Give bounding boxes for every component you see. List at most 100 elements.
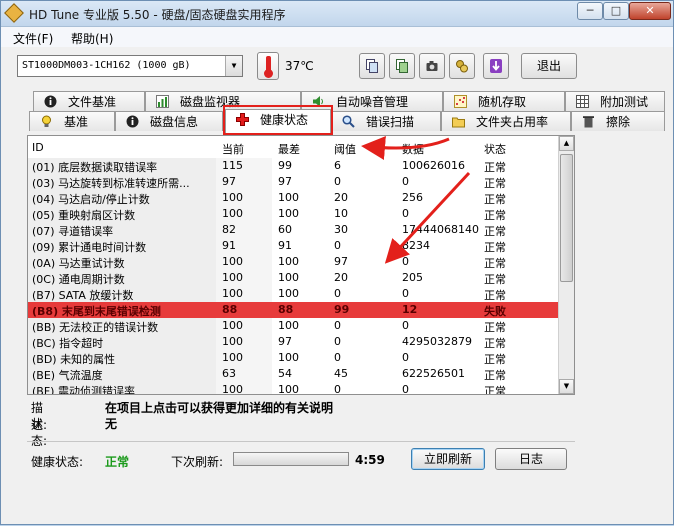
attr-current: 88: [222, 303, 238, 316]
attr-data: 0: [402, 351, 409, 364]
table-row[interactable]: (BB) 无法校正的错误计数 100 100 0 0 正常: [28, 318, 558, 334]
header-current[interactable]: 当前: [222, 141, 244, 157]
chevron-down-icon[interactable]: ▼: [225, 56, 242, 76]
tab-random-access[interactable]: 随机存取: [443, 91, 565, 111]
attr-threshold: 20: [334, 191, 348, 204]
attr-worst: 88: [278, 303, 294, 316]
menu-file[interactable]: 文件(F): [13, 30, 53, 47]
info-icon: [126, 115, 139, 128]
attr-status: 正常: [484, 289, 506, 302]
attr-data: 100626016: [402, 159, 465, 172]
tab-error-scan[interactable]: 错误扫描: [331, 111, 441, 131]
table-row[interactable]: (07) 寻道错误率 82 60 30 17444068140 正常: [28, 222, 558, 238]
tab-label: 擦除: [606, 115, 631, 129]
minimize-button[interactable]: ─: [577, 2, 603, 20]
table-row[interactable]: (01) 底层数据读取错误率 115 99 6 100626016 正常: [28, 158, 558, 174]
scroll-thumb[interactable]: [560, 154, 573, 282]
window-title: HD Tune 专业版 5.50 - 硬盘/固态硬盘实用程序: [29, 8, 286, 22]
attr-worst: 100: [278, 255, 299, 268]
tab-disk-info[interactable]: 磁盘信息: [115, 111, 223, 131]
tab-label: 自动噪音管理: [336, 95, 409, 109]
table-row[interactable]: (0A) 马达重试计数 100 100 97 0 正常: [28, 254, 558, 270]
attr-threshold: 0: [334, 335, 341, 348]
attr-name: (BB) 无法校正的错误计数: [32, 321, 159, 334]
table-row[interactable]: (0C) 通电周期计数 100 100 20 205 正常: [28, 270, 558, 286]
menu-bar: 文件(F) 帮助(H): [1, 27, 673, 47]
table-row[interactable]: (05) 重映射扇区计数 100 100 10 0 正常: [28, 206, 558, 222]
tab-benchmark[interactable]: 基准: [29, 111, 115, 131]
folder-icon: [452, 117, 465, 128]
table-row[interactable]: (03) 马达旋转到标准转速所需... 97 97 0 0 正常: [28, 174, 558, 190]
attr-worst: 54: [278, 367, 292, 380]
table-row[interactable]: (BE) 气流温度 63 54 45 622526501 正常: [28, 366, 558, 382]
attr-current: 100: [222, 335, 243, 348]
tab-label: 文件基准: [68, 95, 117, 109]
options-button[interactable]: [449, 53, 475, 79]
vertical-scrollbar[interactable]: ▲ ▼: [558, 136, 574, 394]
refresh-now-button[interactable]: 立即刷新: [411, 448, 485, 470]
save-button[interactable]: [389, 53, 415, 79]
chart-icon: [156, 95, 169, 108]
header-threshold[interactable]: 阈值: [334, 141, 356, 157]
attr-data: 256: [402, 191, 423, 204]
attr-threshold: 0: [334, 351, 341, 364]
copy-icon: [366, 59, 378, 73]
attr-status: 正常: [484, 369, 506, 382]
attr-worst: 100: [278, 191, 299, 204]
attr-name: (03) 马达旋转到标准转速所需...: [32, 177, 190, 190]
tab-folder-usage[interactable]: 文件夹占用率: [441, 111, 571, 131]
attr-current: 100: [222, 383, 243, 394]
attr-current: 63: [222, 367, 236, 380]
attr-name: (BD) 未知的属性: [32, 353, 116, 366]
table-row[interactable]: (BD) 未知的属性 100 100 0 0 正常: [28, 350, 558, 366]
tab-label: 附加测试: [600, 95, 649, 109]
table-row-failed[interactable]: (B8) 末尾到末尾错误检测 88 88 99 12 失败: [28, 302, 558, 318]
copy-button[interactable]: [359, 53, 385, 79]
tab-label: 错误扫描: [366, 115, 415, 129]
table-row[interactable]: (B7) SATA 放缓计数 100 100 0 0 正常: [28, 286, 558, 302]
attr-data: 12: [402, 303, 418, 316]
table-row[interactable]: (BC) 指令超时 100 97 0 4295032879 正常: [28, 334, 558, 350]
table-row[interactable]: (04) 马达启动/停止计数 100 100 20 256 正常: [28, 190, 558, 206]
options-icon: [456, 60, 468, 73]
attr-current: 100: [222, 255, 243, 268]
attr-worst: 91: [278, 239, 292, 252]
attr-threshold: 99: [334, 303, 350, 316]
save-icon: [396, 59, 408, 73]
header-status[interactable]: 状态: [484, 141, 506, 157]
attr-status: 正常: [484, 385, 506, 394]
attr-threshold: 0: [334, 175, 341, 188]
health-status-value: 正常: [105, 455, 130, 469]
refresh-countdown: 4:59: [355, 453, 385, 467]
header-worst[interactable]: 最差: [278, 141, 300, 157]
attr-status: 正常: [484, 177, 506, 190]
scroll-down-icon[interactable]: ▼: [559, 379, 574, 394]
attr-threshold: 0: [334, 319, 341, 332]
table-row[interactable]: (09) 累计通电时间计数 91 91 0 8234 正常: [28, 238, 558, 254]
close-button[interactable]: ✕: [629, 2, 671, 20]
tab-erase[interactable]: 擦除: [571, 111, 665, 131]
tab-extra-tests[interactable]: 附加测试: [565, 91, 665, 111]
title-bar[interactable]: HD Tune 专业版 5.50 - 硬盘/固态硬盘实用程序 ─ □ ✕: [1, 1, 673, 27]
attr-threshold: 10: [334, 207, 348, 220]
tab-file-benchmark[interactable]: 文件基准: [33, 91, 145, 111]
tab-label: 文件夹占用率: [476, 115, 549, 129]
attr-worst: 60: [278, 223, 292, 236]
attr-name: (B7) SATA 放缓计数: [32, 289, 134, 302]
drive-select[interactable]: ST1000DM003-1CH162 (1000 gB) ▼: [17, 55, 243, 77]
toolbar: ST1000DM003-1CH162 (1000 gB) ▼ 37℃ 退出: [1, 47, 673, 89]
download-button[interactable]: [483, 53, 509, 79]
camera-icon: [426, 61, 438, 71]
attr-name: (05) 重映射扇区计数: [32, 209, 136, 222]
maximize-button[interactable]: □: [603, 2, 629, 20]
scroll-up-icon[interactable]: ▲: [559, 136, 574, 151]
table-row[interactable]: (BF) 震动侦测错误率 100 100 0 0 正常: [28, 382, 558, 394]
header-id[interactable]: ID: [32, 141, 44, 154]
attr-status: 正常: [484, 193, 506, 206]
attr-threshold: 0: [334, 287, 341, 300]
screenshot-button[interactable]: [419, 53, 445, 79]
exit-button[interactable]: 退出: [521, 53, 577, 79]
menu-help[interactable]: 帮助(H): [71, 30, 113, 47]
header-data[interactable]: 数据: [402, 141, 424, 157]
log-button[interactable]: 日志: [495, 448, 567, 470]
